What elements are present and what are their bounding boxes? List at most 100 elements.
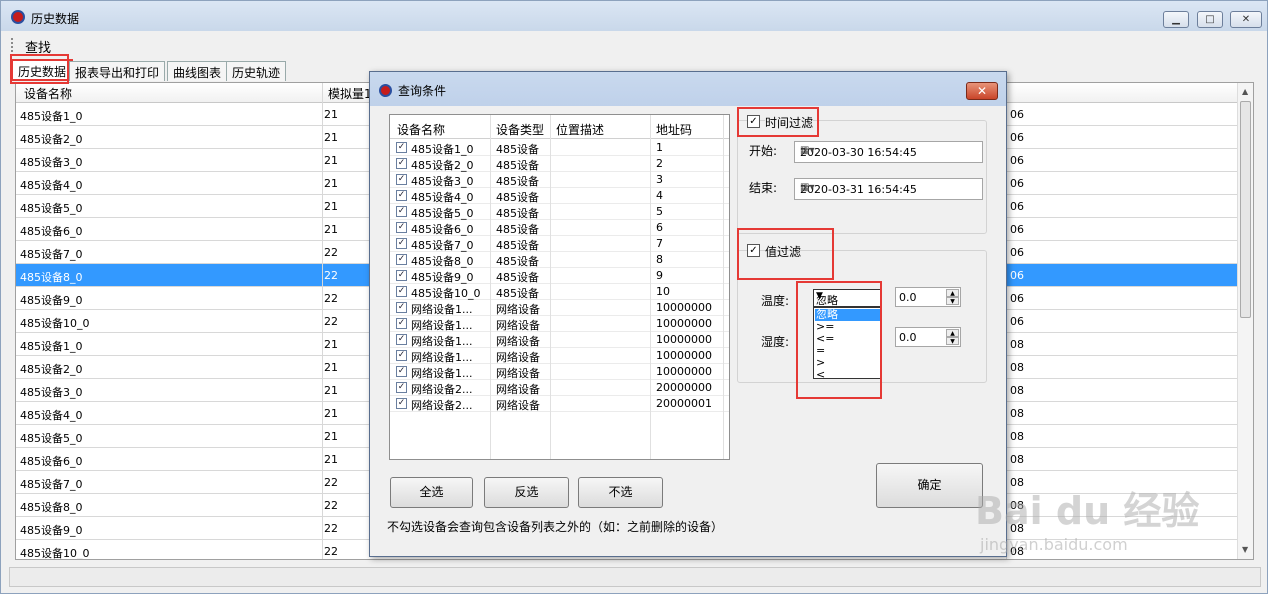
- device-cell: 网络设备2...: [411, 399, 473, 412]
- device-list-item[interactable]: ✓ 网络设备1... 网络设备 10000000: [390, 316, 729, 332]
- table-cell: 485设备4_0: [20, 179, 83, 192]
- scroll-up-icon[interactable]: ▲: [1242, 87, 1248, 96]
- device-cell: 485设备3_0: [411, 175, 474, 188]
- device-cell: 网络设备1...: [411, 367, 473, 380]
- device-list-item[interactable]: ✓ 485设备1_0 485设备 1: [390, 140, 729, 156]
- column-divider: [550, 115, 551, 459]
- humidity-value: 0.0: [899, 331, 917, 344]
- device-cell: 10000000: [656, 349, 712, 362]
- device-cell: 网络设备: [496, 383, 540, 396]
- device-checkbox[interactable]: ✓: [396, 190, 407, 201]
- device-list-item[interactable]: ✓ 网络设备1... 网络设备 10000000: [390, 300, 729, 316]
- device-list-item[interactable]: ✓ 网络设备1... 网络设备 10000000: [390, 348, 729, 364]
- col-device-type[interactable]: 设备类型: [496, 121, 544, 138]
- device-cell: 485设备: [496, 223, 539, 236]
- table-cell: 485设备3_0: [20, 156, 83, 169]
- ok-button[interactable]: 确定: [876, 463, 983, 508]
- device-checkbox[interactable]: ✓: [396, 222, 407, 233]
- col-analog1[interactable]: 模拟量1: [328, 85, 372, 102]
- minimize-button[interactable]: ▁: [1163, 11, 1189, 28]
- device-cell: 485设备6_0: [411, 223, 474, 236]
- spin-up-icon[interactable]: ▲: [946, 289, 959, 297]
- device-checkbox[interactable]: ✓: [396, 206, 407, 217]
- table-cell: 485设备6_0: [20, 455, 83, 468]
- tab-report-export[interactable]: 报表导出和打印: [69, 61, 166, 81]
- device-list-item[interactable]: ✓ 485设备9_0 485设备 9: [390, 268, 729, 284]
- invert-selection-button[interactable]: 反选: [484, 477, 569, 508]
- title-bar: 历史数据 ▁ □ ✕: [1, 1, 1267, 31]
- temperature-value-spinner[interactable]: 0.0 ▲ ▼: [895, 287, 961, 307]
- grid-scrollbar[interactable]: ▲ ▼: [1237, 83, 1253, 559]
- scroll-down-icon[interactable]: ▼: [1242, 545, 1248, 554]
- dialog-close-button[interactable]: ✕: [966, 82, 998, 100]
- device-cell: 1: [656, 141, 663, 154]
- device-list-item[interactable]: ✓ 网络设备1... 网络设备 10000000: [390, 332, 729, 348]
- device-checkbox[interactable]: ✓: [396, 334, 407, 345]
- device-list-item[interactable]: ✓ 485设备2_0 485设备 2: [390, 156, 729, 172]
- device-checkbox[interactable]: ✓: [396, 158, 407, 169]
- device-list-header: 设备名称 设备类型 位置描述 地址码: [390, 115, 729, 139]
- device-checkbox[interactable]: ✓: [396, 398, 407, 409]
- device-cell: 485设备: [496, 191, 539, 204]
- col-location[interactable]: 位置描述: [556, 121, 604, 138]
- maximize-button[interactable]: □: [1197, 11, 1223, 28]
- spin-up-icon[interactable]: ▲: [946, 329, 959, 337]
- device-checkbox[interactable]: ✓: [396, 142, 407, 153]
- device-checkbox[interactable]: ✓: [396, 270, 407, 281]
- table-cell: 485设备2_0: [20, 363, 83, 376]
- device-checkbox[interactable]: ✓: [396, 302, 407, 313]
- time-filter-checkbox[interactable]: ✓: [747, 115, 760, 128]
- device-checkbox[interactable]: ✓: [396, 366, 407, 377]
- value-filter-checkbox[interactable]: ✓: [747, 244, 760, 257]
- tab-curve-chart[interactable]: 曲线图表: [167, 61, 228, 81]
- table-cell: 22: [324, 522, 338, 535]
- device-checkbox[interactable]: ✓: [396, 286, 407, 297]
- table-cell: 485设备5_0: [20, 432, 83, 445]
- device-list-item[interactable]: ✓ 485设备5_0 485设备 5: [390, 204, 729, 220]
- select-none-button[interactable]: 不选: [578, 477, 663, 508]
- device-cell: 485设备: [496, 271, 539, 284]
- device-checkbox[interactable]: ✓: [396, 174, 407, 185]
- device-list-item[interactable]: ✓ 网络设备1... 网络设备 10000000: [390, 364, 729, 380]
- end-datetime-picker[interactable]: 2020-03-31 16:54:45 ▦▾: [794, 178, 983, 200]
- device-list-item[interactable]: ✓ 485设备3_0 485设备 3: [390, 172, 729, 188]
- device-list-item[interactable]: ✓ 网络设备2... 网络设备 20000000: [390, 380, 729, 396]
- time-filter-label: 时间过滤: [765, 114, 814, 131]
- humidity-value-spinner[interactable]: 0.0 ▲ ▼: [895, 327, 961, 347]
- spin-down-icon[interactable]: ▼: [946, 297, 959, 305]
- col-device-name[interactable]: 设备名称: [24, 85, 72, 102]
- col-address[interactable]: 地址码: [656, 121, 692, 138]
- device-checkbox[interactable]: ✓: [396, 318, 407, 329]
- table-cell: 21: [324, 384, 338, 397]
- start-datetime-picker[interactable]: 2020-03-30 16:54:45 ▦▾: [794, 141, 983, 163]
- device-cell: 网络设备1...: [411, 303, 473, 316]
- end-label: 结束:: [749, 181, 778, 195]
- col-device-name[interactable]: 设备名称: [397, 121, 445, 138]
- device-checkbox[interactable]: ✓: [396, 350, 407, 361]
- device-list-item[interactable]: ✓ 485设备6_0 485设备 6: [390, 220, 729, 236]
- calendar-dropdown-icon[interactable]: ▦▾: [800, 182, 820, 196]
- device-list-item[interactable]: ✓ 485设备4_0 485设备 4: [390, 188, 729, 204]
- scroll-thumb[interactable]: [1240, 101, 1251, 318]
- table-cell: 06: [1010, 223, 1024, 236]
- device-cell: 网络设备: [496, 351, 540, 364]
- baidu-watermark: Bai du 经验: [975, 489, 1200, 533]
- temperature-value: 0.0: [899, 291, 917, 304]
- device-cell: 10000000: [656, 365, 712, 378]
- device-list-item[interactable]: ✓ 485设备8_0 485设备 8: [390, 252, 729, 268]
- table-cell: 06: [1010, 246, 1024, 259]
- device-list-item[interactable]: ✓ 485设备10_0 485设备 10: [390, 284, 729, 300]
- calendar-dropdown-icon[interactable]: ▦▾: [800, 145, 820, 159]
- device-checkbox[interactable]: ✓: [396, 382, 407, 393]
- table-cell: 22: [324, 292, 338, 305]
- table-cell: 485设备1_0: [20, 340, 83, 353]
- spin-down-icon[interactable]: ▼: [946, 337, 959, 345]
- tab-history-track[interactable]: 历史轨迹: [226, 61, 287, 81]
- device-checkbox[interactable]: ✓: [396, 254, 407, 265]
- device-list-item[interactable]: ✓ 485设备7_0 485设备 7: [390, 236, 729, 252]
- device-checkbox[interactable]: ✓: [396, 238, 407, 249]
- device-list-item[interactable]: ✓ 网络设备2... 网络设备 20000001: [390, 396, 729, 412]
- close-button[interactable]: ✕: [1230, 11, 1262, 28]
- column-divider: [723, 115, 724, 459]
- select-all-button[interactable]: 全选: [390, 477, 473, 508]
